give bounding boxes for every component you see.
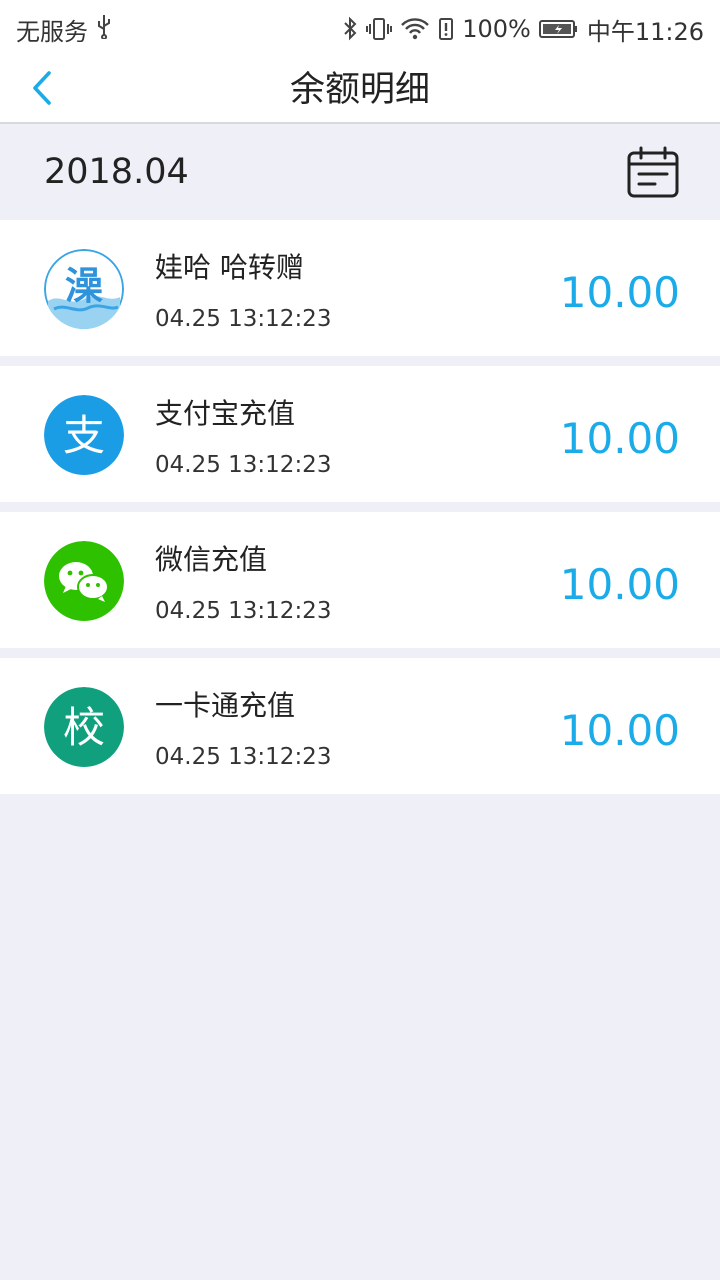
transaction-row[interactable]: 校 一卡通充值 04.25 13:12:23 10.00: [0, 658, 720, 794]
month-header: 2018.04: [0, 126, 720, 220]
transaction-amount: 10.00: [559, 414, 680, 463]
usb-icon: [96, 13, 112, 45]
transaction-time: 04.25 13:12:23: [155, 306, 332, 332]
vibrate-icon: [366, 16, 393, 42]
bath-icon: 澡: [44, 249, 124, 329]
wechat-icon: [44, 541, 124, 621]
transaction-time: 04.25 13:12:23: [155, 598, 332, 624]
transaction-title: 微信充值: [155, 543, 268, 576]
bluetooth-icon: [342, 16, 358, 42]
month-label: 2018.04: [44, 152, 189, 192]
alipay-icon: 支: [44, 395, 124, 475]
battery-percent: 100%: [462, 15, 531, 43]
alipay-icon-glyph: 支: [63, 411, 105, 460]
transaction-list: 澡 娃哈 哈转赠 04.25 13:12:23 10.00 支 支付宝充值 04…: [0, 220, 720, 804]
transaction-row[interactable]: 微信充值 04.25 13:12:23 10.00: [0, 512, 720, 648]
carrier-label: 无服务: [16, 17, 88, 46]
campus-card-icon: 校: [44, 687, 124, 767]
campus-icon-glyph: 校: [63, 703, 105, 752]
battery-icon: [538, 16, 579, 42]
transaction-title: 支付宝充值: [155, 397, 296, 430]
clock: 中午11:26: [586, 17, 704, 46]
wifi-icon: [400, 16, 430, 42]
page-title: 余额明细: [289, 70, 430, 110]
transaction-amount: 10.00: [559, 706, 680, 755]
transaction-time: 04.25 13:12:23: [155, 452, 332, 478]
transaction-amount: 10.00: [559, 560, 680, 609]
transaction-title: 娃哈 哈转赠: [155, 251, 304, 284]
nav-bar: 余额明细: [0, 58, 720, 124]
status-bar: 无服务 100% 中午11:26: [0, 0, 720, 58]
bath-icon-glyph: 澡: [65, 264, 103, 308]
calendar-button[interactable]: [624, 146, 682, 200]
transaction-row[interactable]: 澡 娃哈 哈转赠 04.25 13:12:23 10.00: [0, 220, 720, 356]
transaction-amount: 10.00: [559, 268, 680, 317]
transaction-time: 04.25 13:12:23: [155, 744, 332, 770]
calendar-icon: [624, 146, 682, 204]
transaction-row[interactable]: 支 支付宝充值 04.25 13:12:23 10.00: [0, 366, 720, 502]
alert-icon: [438, 16, 454, 42]
transaction-title: 一卡通充值: [155, 689, 296, 722]
